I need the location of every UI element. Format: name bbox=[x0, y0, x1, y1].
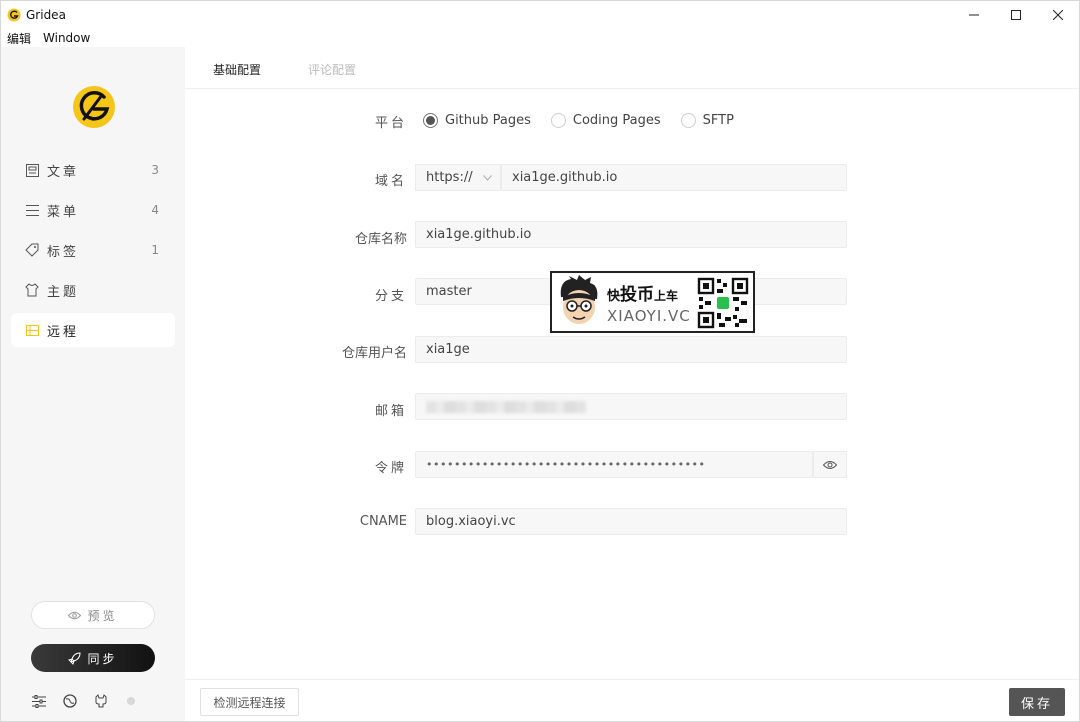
watermark-site: XIAOYI.VC bbox=[607, 306, 691, 325]
close-button[interactable] bbox=[1037, 1, 1079, 29]
sidebar-item-label: 菜单 bbox=[47, 204, 80, 220]
watermark-text: 快投币上车 XIAOYI.VC bbox=[607, 280, 691, 325]
sidebar-item-tags[interactable]: 标签 1 bbox=[11, 233, 175, 267]
branch-value: master bbox=[426, 284, 472, 299]
preview-button[interactable]: 预览 bbox=[31, 601, 155, 629]
maximize-button[interactable] bbox=[995, 1, 1037, 29]
title-bar: Gridea bbox=[1, 1, 1079, 29]
toggle-token-visibility-button[interactable] bbox=[813, 451, 847, 478]
minimize-icon bbox=[969, 14, 979, 16]
menu-edit[interactable]: 编辑 bbox=[7, 30, 31, 47]
radio-unchecked-icon bbox=[550, 113, 566, 128]
sync-button[interactable]: 同步 bbox=[31, 644, 155, 672]
watermark-suffix: 上车 bbox=[654, 288, 679, 303]
radio-sftp[interactable]: SFTP bbox=[680, 113, 734, 128]
sidebar-item-articles[interactable]: 文章 3 bbox=[11, 153, 175, 187]
config-tabs: 基础配置 评论配置 bbox=[185, 47, 1079, 89]
domain-input[interactable]: xia1ge.github.io bbox=[501, 164, 847, 191]
protocol-value: https:// bbox=[426, 170, 473, 185]
repository-value: xia1ge.github.io bbox=[426, 227, 532, 242]
sidebar-item-label: 文章 bbox=[47, 164, 80, 180]
menu-window[interactable]: Window bbox=[43, 31, 90, 45]
radio-label: Coding Pages bbox=[572, 113, 661, 128]
tab-basic-config[interactable]: 基础配置 bbox=[213, 61, 261, 78]
platform-label: 平台 bbox=[374, 116, 407, 131]
platform-radio-group: Github Pages Coding Pages SFTP bbox=[423, 113, 754, 128]
token-value: •••••••••••••••••••••••••••••••••••••••• bbox=[426, 458, 706, 471]
watermark-prefix: 快 bbox=[607, 288, 621, 304]
sidebar-item-count: 4 bbox=[151, 203, 159, 217]
sidebar-item-themes[interactable]: 主题 bbox=[11, 273, 175, 307]
eye-icon bbox=[823, 460, 837, 469]
menu-bar: 编辑 Window bbox=[1, 29, 96, 47]
settings-sliders-icon[interactable] bbox=[31, 693, 47, 709]
cname-input[interactable]: blog.xiaoyi.vc bbox=[415, 508, 847, 535]
sidebar-item-count: 1 bbox=[151, 243, 159, 257]
article-icon bbox=[25, 163, 39, 177]
theme-shirt-icon bbox=[25, 283, 39, 297]
watermark-big: 投币 bbox=[620, 284, 655, 305]
sidebar: 文章 3 菜单 4 标签 1 主题 远程 预览 同步 bbox=[1, 47, 185, 721]
watermark-slogan: 快投币上车 bbox=[607, 280, 691, 305]
tag-icon bbox=[25, 243, 39, 257]
sidebar-item-menus[interactable]: 菜单 4 bbox=[11, 193, 175, 227]
cname-label: CNAME bbox=[359, 514, 407, 529]
sidebar-item-label: 主题 bbox=[47, 284, 80, 300]
radio-label: SFTP bbox=[702, 113, 734, 128]
radio-label: Github Pages bbox=[445, 113, 531, 128]
tab-comment-config[interactable]: 评论配置 bbox=[308, 61, 356, 78]
radio-checked-icon bbox=[423, 113, 438, 128]
gridea-logo-icon bbox=[73, 86, 115, 128]
repository-label: 仓库名称 bbox=[354, 232, 407, 247]
gridea-app-icon bbox=[7, 8, 21, 22]
footer-bar: 检测远程连接 保存 bbox=[185, 679, 1079, 721]
sync-label: 同步 bbox=[87, 651, 118, 666]
preview-label: 预览 bbox=[87, 608, 118, 623]
window-title: Gridea bbox=[26, 8, 66, 22]
cartoon-face-logo bbox=[560, 275, 598, 324]
globe-icon[interactable] bbox=[62, 693, 78, 709]
email-label: 邮箱 bbox=[374, 404, 407, 419]
rocket-icon bbox=[68, 651, 81, 665]
sidebar-item-label: 标签 bbox=[47, 244, 80, 260]
token-label: 令牌 bbox=[374, 461, 407, 476]
sidebar-item-count: 3 bbox=[151, 163, 159, 177]
domain-label: 域名 bbox=[374, 174, 407, 189]
username-label: 仓库用户名 bbox=[341, 346, 407, 361]
github-icon[interactable] bbox=[93, 693, 109, 709]
remote-icon bbox=[25, 323, 39, 337]
qr-code-icon bbox=[697, 277, 749, 329]
window-controls bbox=[953, 1, 1079, 29]
chevron-down-icon bbox=[482, 174, 492, 181]
protocol-select[interactable]: https:// bbox=[415, 164, 501, 191]
maximize-icon bbox=[1011, 10, 1021, 20]
sidebar-item-label: 远程 bbox=[47, 324, 80, 340]
token-input[interactable]: •••••••••••••••••••••••••••••••••••••••• bbox=[415, 451, 813, 478]
eye-icon bbox=[68, 611, 82, 620]
sidebar-bottom-icons bbox=[31, 693, 135, 709]
repository-input[interactable]: xia1ge.github.io bbox=[415, 221, 847, 248]
username-input[interactable]: xia1ge bbox=[415, 336, 847, 363]
email-input[interactable] bbox=[415, 393, 847, 420]
connection-status-dot bbox=[127, 697, 135, 705]
branch-label: 分支 bbox=[374, 289, 407, 304]
username-value: xia1ge bbox=[426, 342, 470, 357]
save-button[interactable]: 保存 bbox=[1009, 688, 1065, 716]
sidebar-item-remote[interactable]: 远程 bbox=[11, 313, 175, 347]
cname-value: blog.xiaoyi.vc bbox=[426, 514, 516, 529]
minimize-button[interactable] bbox=[953, 1, 995, 29]
domain-value: xia1ge.github.io bbox=[512, 170, 618, 185]
menu-icon bbox=[25, 203, 39, 217]
main-panel: 基础配置 评论配置 平台 Github Pages Coding Pages S… bbox=[185, 47, 1079, 721]
close-icon bbox=[1053, 10, 1063, 20]
app-window: Gridea 编辑 Window 文章 3 菜单 4 标签 1 主题 远程 预览… bbox=[0, 0, 1080, 722]
radio-unchecked-icon bbox=[680, 113, 696, 128]
radio-github-pages[interactable]: Github Pages bbox=[423, 113, 531, 128]
check-remote-connection-button[interactable]: 检测远程连接 bbox=[200, 688, 299, 716]
watermark-badge: 快投币上车 XIAOYI.VC bbox=[550, 271, 755, 333]
radio-coding-pages[interactable]: Coding Pages bbox=[550, 113, 661, 128]
email-blurred-value bbox=[426, 400, 586, 413]
